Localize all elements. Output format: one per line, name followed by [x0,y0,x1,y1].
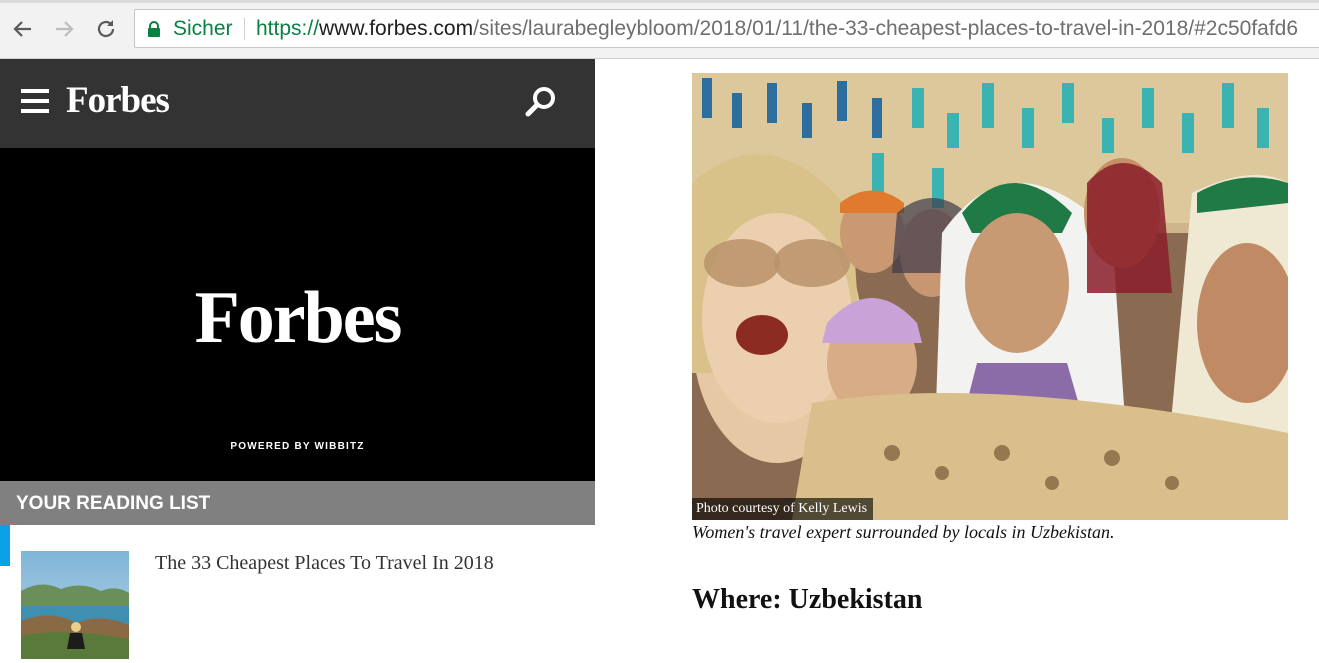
divider [244,18,245,40]
arrow-left-icon [13,21,31,37]
video-logo: Forbes [194,277,403,359]
reload-icon [97,20,115,38]
address-bar[interactable]: Sicher https://www.forbes.com/sites/laur… [134,9,1319,48]
search-icon[interactable] [524,85,558,119]
lock-icon [148,21,160,37]
tab-strip [0,0,1319,3]
section-heading: Where: Uzbekistan [692,584,923,615]
url-host: www.forbes.com [319,17,474,40]
video-player[interactable]: Forbes POWERED BY WIBBITZ [0,148,595,484]
photo-credit: Photo courtesy of Kelly Lewis [692,498,874,520]
powered-by-label: POWERED BY WIBBITZ [230,441,365,452]
reading-list-item-title[interactable]: The 33 Cheapest Places To Travel In 2018 [155,552,494,575]
forbes-logo[interactable]: Forbes [66,79,170,122]
article-photo [692,73,1288,520]
forward-button[interactable] [49,14,79,44]
url-path: /sites/laurabegleybloom/2018/01/11/the-3… [473,17,1299,40]
secure-label: Sicher [173,17,233,40]
reading-list-item[interactable]: The 33 Cheapest Places To Travel In 2018 [0,525,595,663]
arrow-right-icon [56,21,74,37]
reload-button[interactable] [91,14,121,44]
reading-list-title: YOUR READING LIST [16,493,211,514]
browser-toolbar: Sicher https://www.forbes.com/sites/laur… [0,0,1319,59]
photo-caption: Women's travel expert surrounded by loca… [692,522,1115,542]
reading-list-header[interactable]: YOUR READING LIST [0,481,595,525]
reading-list-thumbnail [21,551,129,659]
hamburger-icon[interactable] [21,89,49,115]
site-header: Forbes [0,59,595,148]
url-protocol: https:// [256,17,320,40]
back-button[interactable] [8,14,38,44]
url-text: https://www.forbes.com/sites/laurabegley… [256,17,1298,41]
